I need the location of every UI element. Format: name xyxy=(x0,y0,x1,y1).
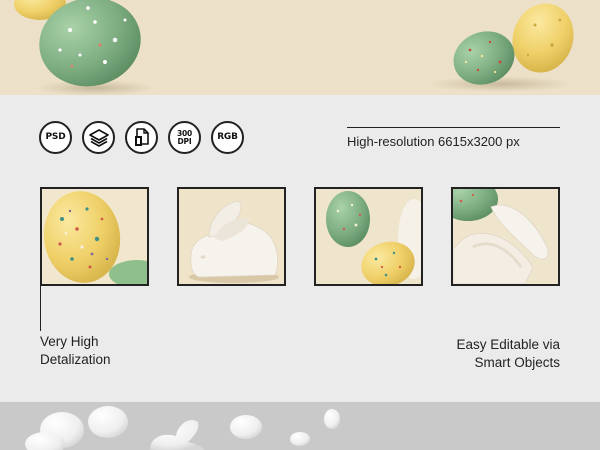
psd-badge: PSD xyxy=(39,121,72,154)
psd-badge-label: PSD xyxy=(45,132,66,142)
layers-icon xyxy=(88,128,109,147)
white-eggs-illustration xyxy=(25,406,340,450)
white-egg xyxy=(88,406,128,438)
rgb-badge: RGB xyxy=(211,121,244,154)
caption-detalization: Very High Detalization xyxy=(40,333,111,369)
callout-line xyxy=(40,286,41,331)
rgb-badge-label: RGB xyxy=(217,132,238,142)
caption-left-line2: Detalization xyxy=(40,352,111,367)
dpi-badge-label: 300 DPI xyxy=(176,128,193,146)
resolution-divider xyxy=(347,127,560,128)
footer-preview xyxy=(0,402,600,450)
white-egg xyxy=(324,409,340,429)
thumbnail-bunny xyxy=(177,187,286,286)
file-copy-icon xyxy=(134,127,149,146)
resolution-text: High-resolution 6615x3200 px xyxy=(347,134,520,149)
feature-badges: PSD 300 DPI RGB xyxy=(39,121,244,154)
white-egg xyxy=(290,432,310,446)
white-egg xyxy=(230,415,262,439)
caption-left-line1: Very High xyxy=(40,334,99,349)
thumbnail-yellow-egg xyxy=(40,187,149,286)
green-egg xyxy=(326,191,370,247)
thumbnail-eggs xyxy=(314,187,423,286)
thumbnail-bunny-ears xyxy=(451,187,560,286)
layers-badge xyxy=(82,121,115,154)
white-bunny xyxy=(150,419,204,450)
caption-right-line2: Smart Objects xyxy=(474,355,560,370)
dpi-badge: 300 DPI xyxy=(168,121,201,154)
file-badge xyxy=(125,121,158,154)
hero-banner xyxy=(0,0,600,95)
caption-right-line1: Easy Editable via xyxy=(456,337,560,352)
hero-eggs-illustration xyxy=(14,0,574,95)
caption-smart-objects: Easy Editable via Smart Objects xyxy=(456,336,560,372)
yellow-egg xyxy=(512,3,574,73)
